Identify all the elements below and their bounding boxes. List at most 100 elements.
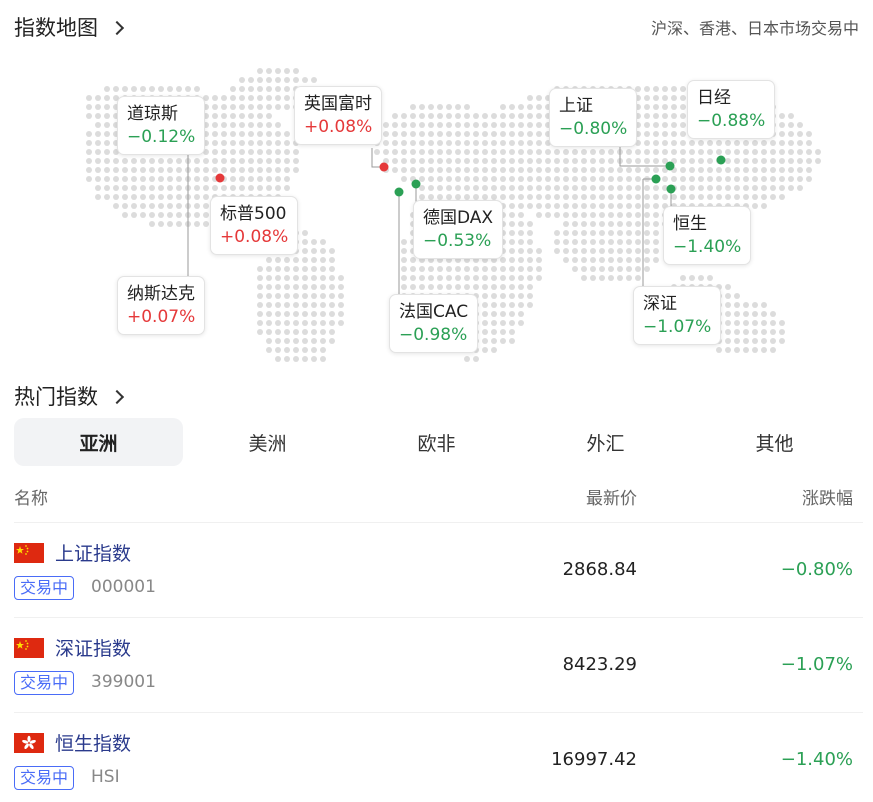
map-land-dot (563, 248, 569, 254)
map-land-dot (275, 131, 281, 137)
map-land-dot (635, 212, 641, 218)
map-land-dot (455, 140, 461, 146)
tab-americas[interactable]: 美洲 (183, 418, 352, 466)
map-land-dot (194, 194, 200, 200)
map-land-dot (239, 167, 245, 173)
map-land-dot (725, 149, 731, 155)
map-land-dot (212, 95, 218, 101)
table-row[interactable]: 恒生指数 交易中 HSI 16997.42 −1.40% (14, 712, 863, 802)
map-land-dot (662, 122, 668, 128)
map-land-dot (599, 230, 605, 236)
map-land-dot (644, 194, 650, 200)
map-label-dow-jones[interactable]: 道琼斯 −0.12% (117, 96, 206, 155)
map-land-dot (293, 284, 299, 290)
table-row[interactable]: 上证指数 交易中 000001 2868.84 −0.80% (14, 522, 863, 617)
map-land-dot (338, 320, 344, 326)
map-land-dot (158, 167, 164, 173)
map-land-dot (572, 158, 578, 164)
map-label-sp500[interactable]: 标普500 +0.08% (210, 196, 299, 255)
map-land-dot (311, 284, 317, 290)
trading-status-badge: 交易中 (14, 671, 75, 695)
index-map-title-link[interactable]: 指数地图 (14, 12, 125, 42)
map-land-dot (230, 167, 236, 173)
map-land-dot (536, 122, 542, 128)
map-land-dot (743, 329, 749, 335)
map-land-dot (464, 275, 470, 281)
index-name[interactable]: 上证指数 (55, 539, 131, 566)
column-header-change[interactable]: 涨跌幅 (802, 484, 853, 509)
map-land-dot (284, 275, 290, 281)
map-label-nikkei[interactable]: 日经 −0.88% (687, 80, 776, 139)
map-land-dot (653, 248, 659, 254)
map-land-dot (437, 167, 443, 173)
map-land-dot (644, 239, 650, 245)
map-land-dot (725, 158, 731, 164)
map-label-shenzhen[interactable]: 深证 −1.07% (633, 286, 722, 345)
map-land-dot (293, 158, 299, 164)
map-land-dot (599, 203, 605, 209)
map-land-dot (428, 140, 434, 146)
map-land-dot (608, 149, 614, 155)
map-land-dot (626, 230, 632, 236)
tab-forex[interactable]: 外汇 (521, 418, 690, 466)
map-land-dot (554, 167, 560, 173)
map-land-dot (437, 131, 443, 137)
map-land-dot (509, 275, 515, 281)
index-name[interactable]: 恒生指数 (55, 729, 131, 756)
map-land-dot (770, 167, 776, 173)
map-label-dax[interactable]: 德国DAX −0.53% (413, 200, 504, 259)
map-land-dot (419, 140, 425, 146)
map-land-dot (329, 338, 335, 344)
map-label-hang-seng[interactable]: 恒生 −1.40% (663, 206, 752, 265)
map-land-dot (779, 140, 785, 146)
map-land-dot (725, 194, 731, 200)
map-land-dot (167, 167, 173, 173)
map-land-dot (104, 113, 110, 119)
map-land-dot (257, 167, 263, 173)
map-land-dot (437, 140, 443, 146)
table-row[interactable]: 深证指数 交易中 399001 8423.29 −1.07% (14, 617, 863, 712)
tab-other[interactable]: 其他 (690, 418, 859, 466)
map-land-dot (158, 221, 164, 227)
column-header-price[interactable]: 最新价 (586, 484, 637, 509)
map-label-cac[interactable]: 法国CAC −0.98% (389, 294, 479, 353)
map-land-dot (482, 266, 488, 272)
map-land-dot (122, 176, 128, 182)
map-land-dot (743, 311, 749, 317)
map-label-shanghai[interactable]: 上证 −0.80% (549, 88, 638, 147)
map-land-dot (689, 158, 695, 164)
map-land-dot (446, 131, 452, 137)
map-land-dot (383, 149, 389, 155)
tab-asia[interactable]: 亚洲 (14, 418, 183, 466)
map-land-dot (608, 212, 614, 218)
map-label-change: −0.12% (127, 127, 196, 147)
tab-europe-africa[interactable]: 欧非 (352, 418, 521, 466)
map-land-dot (707, 185, 713, 191)
map-land-dot (437, 176, 443, 182)
map-land-dot (239, 95, 245, 101)
map-land-dot (320, 320, 326, 326)
map-land-dot (302, 275, 308, 281)
hot-indices-title: 热门指数 (14, 385, 98, 409)
map-label-ftse[interactable]: 英国富时 +0.08% (294, 86, 383, 145)
map-land-dot (257, 311, 263, 317)
map-land-dot (770, 158, 776, 164)
map-land-dot (455, 176, 461, 182)
map-land-dot (752, 167, 758, 173)
map-land-dot (509, 140, 515, 146)
map-land-dot (725, 140, 731, 146)
hot-indices-title-link[interactable]: 热门指数 (14, 381, 125, 411)
map-land-dot (527, 140, 533, 146)
map-land-dot (626, 203, 632, 209)
map-label-nasdaq[interactable]: 纳斯达克 +0.07% (117, 276, 206, 335)
map-land-dot (248, 104, 254, 110)
map-land-dot (644, 266, 650, 272)
map-land-dot (275, 320, 281, 326)
map-land-dot (500, 176, 506, 182)
index-name[interactable]: 深证指数 (55, 634, 131, 661)
map-land-dot (248, 77, 254, 83)
map-land-dot (446, 104, 452, 110)
map-land-dot (653, 140, 659, 146)
map-land-dot (797, 131, 803, 137)
map-land-dot (554, 176, 560, 182)
